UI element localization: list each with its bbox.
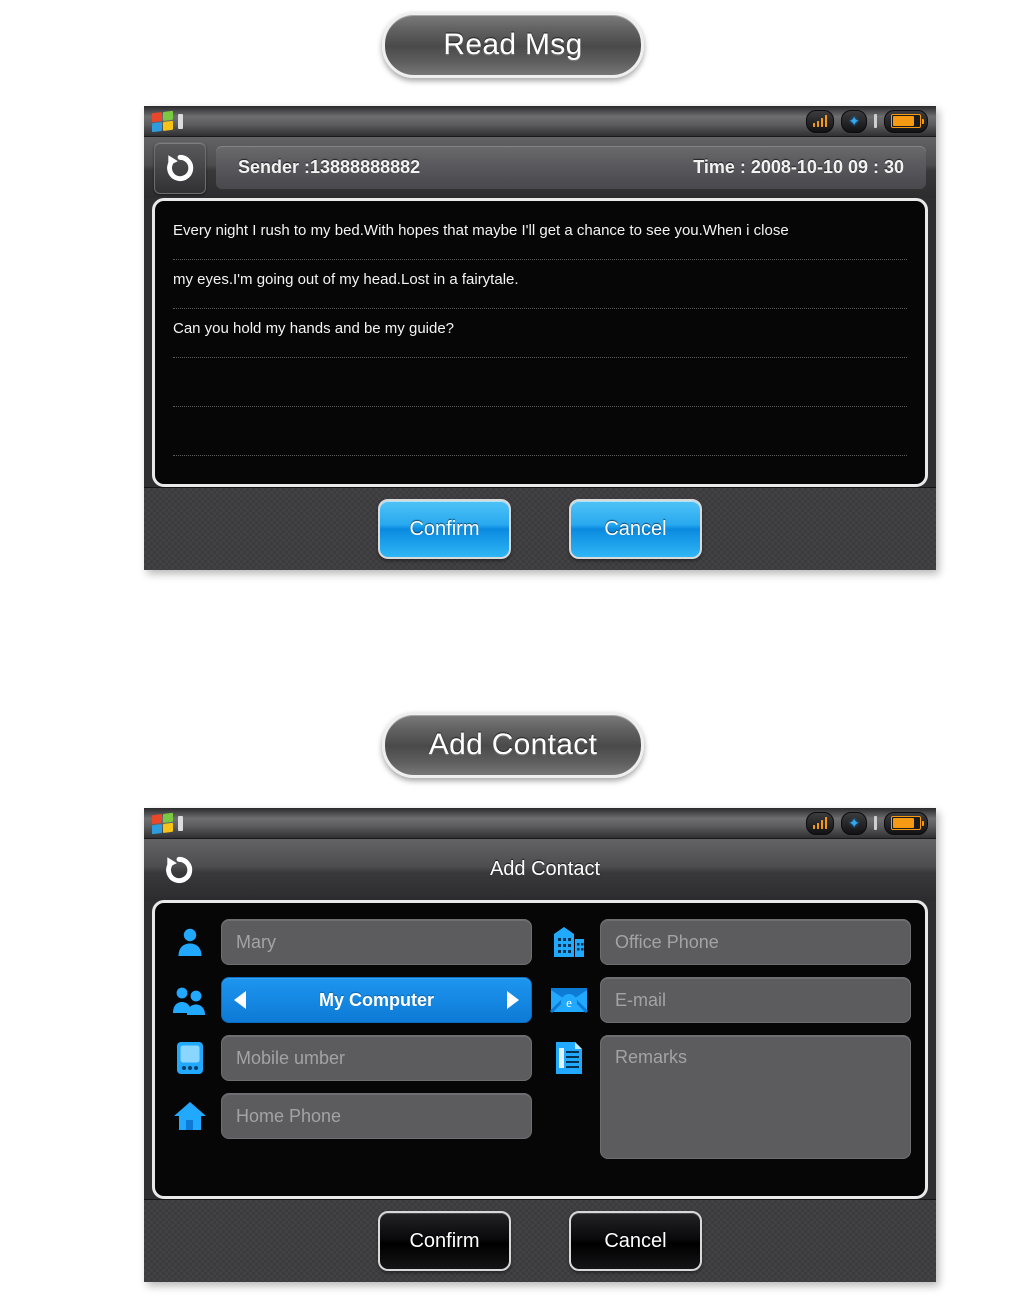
add-contact-title-pill: Add Contact bbox=[382, 712, 644, 778]
battery-icon bbox=[884, 109, 928, 133]
home-phone-input[interactable]: Home Phone bbox=[221, 1093, 532, 1139]
signal-bars-icon bbox=[805, 109, 835, 133]
message-meta-bar: Sender :13888888882 Time : 2008-10-10 09… bbox=[216, 145, 926, 190]
time-label: Time : 2008-10-10 09 : 30 bbox=[693, 157, 904, 177]
status-divider bbox=[178, 113, 183, 129]
message-line bbox=[173, 358, 907, 407]
read-msg-title-pill: Read Msg bbox=[382, 12, 644, 78]
read-msg-header: Sender :13888888882 Time : 2008-10-10 09… bbox=[144, 137, 936, 198]
bluetooth-icon: ✦ bbox=[841, 109, 867, 133]
status-bar: ✦ bbox=[144, 106, 936, 137]
remarks-textarea[interactable]: Remarks bbox=[600, 1035, 911, 1159]
form-column-right: Office Phone e E-mail Remarks bbox=[548, 919, 911, 1180]
back-button[interactable] bbox=[154, 845, 204, 895]
cancel-button[interactable]: Cancel bbox=[569, 499, 702, 559]
message-line: Can you hold my hands and be my guide? bbox=[173, 309, 907, 358]
email-input[interactable]: E-mail bbox=[600, 977, 911, 1023]
group-select-value: My Computer bbox=[318, 989, 434, 1010]
status-separator bbox=[874, 114, 877, 128]
status-divider bbox=[178, 815, 183, 831]
group-select[interactable]: My Computer bbox=[221, 977, 532, 1023]
confirm-button[interactable]: Confirm bbox=[378, 1211, 511, 1271]
email-icon: e bbox=[548, 977, 590, 1023]
mobile-icon bbox=[169, 1035, 211, 1081]
contact-form-panel: Mary My Computer Mobile umber Home Phone… bbox=[152, 900, 928, 1199]
add-contact-header: Add Contact bbox=[144, 839, 936, 900]
office-phone-input[interactable]: Office Phone bbox=[600, 919, 911, 965]
field-row-mobile: Mobile umber bbox=[169, 1035, 532, 1081]
cancel-button[interactable]: Cancel bbox=[569, 1211, 702, 1271]
message-line bbox=[173, 456, 907, 484]
field-row-email: e E-mail bbox=[548, 977, 911, 1023]
sender-label: Sender :13888888882 bbox=[238, 157, 421, 177]
field-row-name: Mary bbox=[169, 919, 532, 965]
add-contact-device-panel: ✦ Add Contact Mary My Computer Mobile um… bbox=[144, 808, 936, 1282]
group-icon bbox=[169, 977, 211, 1023]
person-icon bbox=[169, 919, 211, 965]
field-row-group: My Computer bbox=[169, 977, 532, 1023]
read-msg-device-panel: ✦ Sender :13888888882 Time : 2008-10-10 … bbox=[144, 106, 936, 570]
message-line: Every night I rush to my bed.With hopes … bbox=[173, 211, 907, 260]
page-title: Add Contact bbox=[489, 858, 601, 880]
windows-logo-icon bbox=[152, 110, 173, 132]
name-input[interactable]: Mary bbox=[221, 919, 532, 965]
home-icon bbox=[169, 1093, 211, 1139]
building-icon bbox=[548, 919, 590, 965]
add-contact-title-label: Add Contact bbox=[428, 728, 598, 761]
windows-logo-icon bbox=[152, 812, 173, 834]
mobile-number-input[interactable]: Mobile umber bbox=[221, 1035, 532, 1081]
field-row-home: Home Phone bbox=[169, 1093, 532, 1139]
battery-icon bbox=[884, 811, 928, 835]
status-separator bbox=[874, 816, 877, 830]
chevron-right-icon[interactable] bbox=[507, 991, 519, 1009]
message-line: my eyes.I'm going out of my head.Lost in… bbox=[173, 260, 907, 309]
field-row-remarks: Remarks bbox=[548, 1035, 911, 1159]
signal-bars-icon bbox=[805, 811, 835, 835]
section-title-read-msg: Read Msg bbox=[0, 12, 1026, 78]
chevron-left-icon[interactable] bbox=[234, 991, 246, 1009]
notes-icon bbox=[548, 1035, 590, 1081]
bluetooth-icon: ✦ bbox=[841, 811, 867, 835]
back-arrow-icon bbox=[166, 856, 193, 883]
svg-text:e: e bbox=[566, 995, 572, 1010]
read-msg-title-label: Read Msg bbox=[443, 28, 583, 61]
add-contact-footer: Confirm Cancel bbox=[144, 1199, 936, 1282]
message-text-area[interactable]: Every night I rush to my bed.With hopes … bbox=[155, 201, 925, 484]
status-bar: ✦ bbox=[144, 808, 936, 839]
message-body-panel: Every night I rush to my bed.With hopes … bbox=[152, 198, 928, 487]
field-row-office: Office Phone bbox=[548, 919, 911, 965]
back-arrow-icon bbox=[167, 154, 194, 181]
form-column-left: Mary My Computer Mobile umber Home Phone bbox=[169, 919, 532, 1180]
message-line bbox=[173, 407, 907, 456]
read-msg-footer: Confirm Cancel bbox=[144, 487, 936, 570]
section-title-add-contact: Add Contact bbox=[0, 712, 1026, 778]
confirm-button[interactable]: Confirm bbox=[378, 499, 511, 559]
back-button[interactable] bbox=[154, 141, 206, 194]
